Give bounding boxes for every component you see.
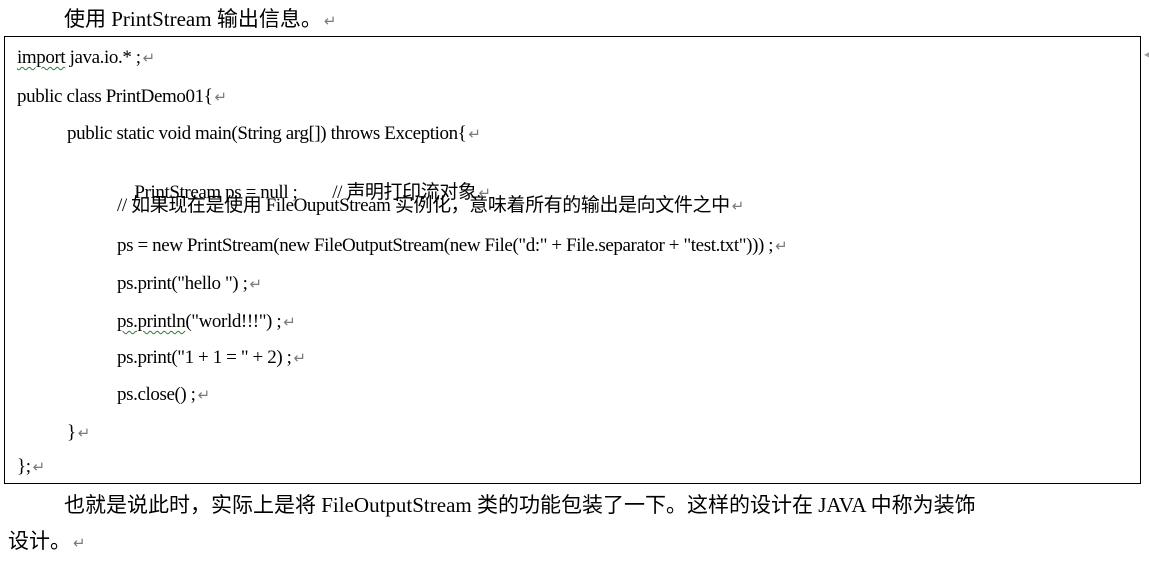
code-line-6: ps = new PrintStream(new FileOutputStrea… xyxy=(117,233,788,259)
code-text: ps.print("1 + 1 = " + 2) ; xyxy=(117,347,292,368)
paragraph-mark-icon: ↵ xyxy=(73,534,86,552)
code-comment: // 如果现在是使用 FileOuputStream 实例化，意味着所有的输出是… xyxy=(117,195,730,216)
code-line-1: import java.io.* ; ↵ xyxy=(17,45,155,71)
body-paragraph-line-2: 设计。 ↵ xyxy=(8,526,86,558)
cell-end-mark-icon: ◂ xyxy=(1143,47,1149,61)
paragraph-mark-icon: ↵ xyxy=(32,458,46,476)
code-text: ps.close() ; xyxy=(117,384,196,405)
code-text: ps = new PrintStream(new FileOutputStrea… xyxy=(117,235,774,256)
paragraph-mark-icon: ↵ xyxy=(142,49,156,67)
paragraph-mark-icon: ↵ xyxy=(77,424,91,442)
code-line-12: }; ↵ xyxy=(17,454,45,480)
code-line-10: ps.close() ; ↵ xyxy=(117,382,210,408)
paragraph-text: 也就是说此时，实际上是将 FileOutputStream 类的功能包装了一下。… xyxy=(64,493,976,517)
code-line-3: public static void main(String arg[]) th… xyxy=(67,121,481,147)
spellcheck-word: import xyxy=(17,47,66,68)
code-block: ◂ import java.io.* ; ↵ public class Print… xyxy=(4,36,1149,484)
code-text: public static void main(String arg[]) th… xyxy=(67,123,467,144)
paragraph-mark-icon: ↵ xyxy=(249,275,262,293)
intro-text: 使用 PrintStream 输出信息。 xyxy=(64,7,322,31)
paragraph-text: 设计。 xyxy=(8,529,71,553)
code-text: } xyxy=(67,422,76,443)
code-line-2: public class PrintDemo01{↵ xyxy=(17,84,227,110)
code-line-9: ps.print("1 + 1 = " + 2) ; ↵ xyxy=(117,345,306,371)
code-text: ("world!!!") ; xyxy=(185,311,282,332)
paragraph-mark-icon: ↵ xyxy=(214,88,227,106)
code-text: public class PrintDemo01{ xyxy=(17,86,213,107)
code-line-11: } ↵ xyxy=(67,420,90,446)
paragraph-mark-icon: ↵ xyxy=(775,237,788,255)
code-line-5: // 如果现在是使用 FileOuputStream 实例化，意味着所有的输出是… xyxy=(117,193,744,219)
code-text: }; xyxy=(17,456,31,477)
code-text: ps.print("hello ") ; xyxy=(117,273,248,294)
intro-line: 使用 PrintStream 输出信息。 ↵ xyxy=(64,4,336,36)
paragraph-mark-icon: ↵ xyxy=(283,313,296,331)
body-paragraph-line-1: 也就是说此时，实际上是将 FileOutputStream 类的功能包装了一下。… xyxy=(64,490,976,520)
code-line-8: ps.println("world!!!") ; ↵ xyxy=(117,309,296,335)
paragraph-mark-icon: ↵ xyxy=(468,125,481,143)
paragraph-mark-icon: ↵ xyxy=(197,386,211,404)
code-text: java.io.* ; xyxy=(65,47,141,68)
spellcheck-word: ps.println xyxy=(117,311,186,332)
code-line-7: ps.print("hello ") ; ↵ xyxy=(117,271,262,297)
paragraph-mark-icon: ↵ xyxy=(731,197,745,215)
paragraph-mark-icon: ↵ xyxy=(323,12,337,30)
paragraph-mark-icon: ↵ xyxy=(293,349,306,367)
